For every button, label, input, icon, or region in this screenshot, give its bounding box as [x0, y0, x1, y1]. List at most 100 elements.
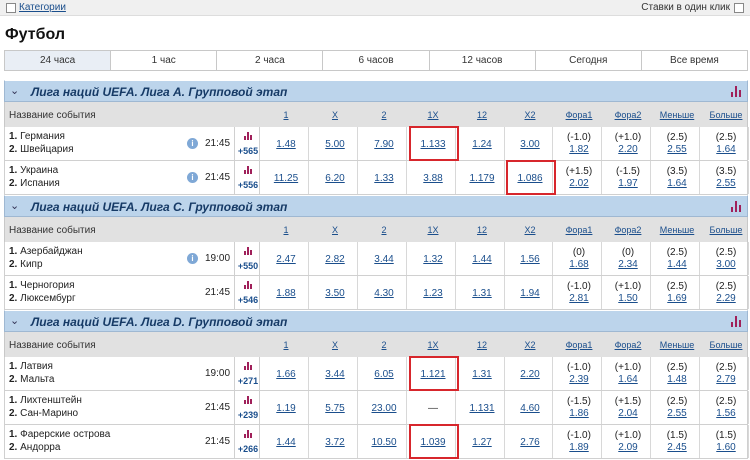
- fora1-odd[interactable]: 1.68: [559, 259, 599, 271]
- one-click-checkbox[interactable]: [734, 2, 744, 13]
- odd-1x[interactable]: 1.32: [413, 254, 453, 265]
- odd-1[interactable]: 1.48: [266, 139, 306, 150]
- col-1x[interactable]: 1X: [411, 225, 455, 235]
- total-under-odd[interactable]: 1.69: [657, 293, 697, 305]
- total-under-odd[interactable]: 1.44: [657, 259, 697, 271]
- col-fora1[interactable]: Фора1: [557, 340, 601, 350]
- total-over[interactable]: (2.5) 1.56: [706, 396, 746, 420]
- total-under[interactable]: (3.5) 1.64: [657, 166, 697, 190]
- markets-count[interactable]: +556: [235, 180, 261, 190]
- col-2[interactable]: 2: [362, 340, 406, 350]
- league-header[interactable]: ⌄ Лига наций UEFA. Лига А. Групповой эта…: [4, 80, 748, 102]
- total-under[interactable]: (2.5) 1.69: [657, 281, 697, 305]
- fora1[interactable]: (+1.5) 2.02: [559, 166, 599, 190]
- odd-1[interactable]: 1.88: [266, 288, 306, 299]
- col-under[interactable]: Меньше: [655, 340, 699, 350]
- col-1x[interactable]: 1X: [411, 340, 455, 350]
- more-markets[interactable]: +239: [234, 391, 260, 424]
- fora1-odd[interactable]: 1.89: [559, 442, 599, 454]
- odd-x[interactable]: 3.50: [315, 288, 355, 299]
- odd-x2[interactable]: 3.00: [510, 139, 550, 150]
- league-header[interactable]: ⌄ Лига наций UEFA. Лига С. Групповой эта…: [4, 195, 748, 217]
- col-x2[interactable]: X2: [508, 340, 552, 350]
- total-over[interactable]: (3.5) 2.55: [706, 166, 746, 190]
- col-2[interactable]: 2: [362, 110, 406, 120]
- col-fora1[interactable]: Фора1: [557, 225, 601, 235]
- fora2[interactable]: (-1.5) 1.97: [608, 166, 648, 190]
- fora2-odd[interactable]: 2.04: [608, 408, 648, 420]
- more-markets[interactable]: +556: [234, 161, 260, 194]
- fora1[interactable]: (-1.5) 1.86: [559, 396, 599, 420]
- odd-x[interactable]: 3.44: [315, 369, 355, 380]
- col-fora2[interactable]: Фора2: [606, 225, 650, 235]
- total-over-odd[interactable]: 2.79: [706, 374, 746, 386]
- fora1[interactable]: (-1.0) 1.82: [559, 132, 599, 156]
- categories-toggle[interactable]: Категории: [6, 2, 66, 13]
- odd-x[interactable]: 5.75: [315, 403, 355, 414]
- total-over[interactable]: (1.5) 1.60: [706, 430, 746, 454]
- total-over-odd[interactable]: 1.64: [706, 144, 746, 156]
- total-under-odd[interactable]: 2.55: [657, 408, 697, 420]
- odd-12[interactable]: 1.179: [462, 173, 502, 184]
- total-under[interactable]: (1.5) 2.45: [657, 430, 697, 454]
- stats-icon[interactable]: [731, 86, 741, 97]
- total-over[interactable]: (2.5) 2.29: [706, 281, 746, 305]
- team-away[interactable]: 2. Мальта: [9, 374, 54, 385]
- fora2-odd[interactable]: 1.97: [608, 178, 648, 190]
- odd-x2[interactable]: 1.94: [510, 288, 550, 299]
- fora2-odd[interactable]: 2.09: [608, 442, 648, 454]
- odd-1[interactable]: 1.66: [266, 369, 306, 380]
- odd-12[interactable]: 1.31: [462, 288, 502, 299]
- total-under[interactable]: (2.5) 1.44: [657, 247, 697, 271]
- fora1[interactable]: (-1.0) 2.81: [559, 281, 599, 305]
- team-away[interactable]: 2. Кипр: [9, 259, 43, 270]
- tab-1h[interactable]: 1 час: [111, 51, 218, 70]
- team-away[interactable]: 2. Андорра: [9, 442, 60, 453]
- col-1[interactable]: 1: [264, 225, 308, 235]
- fora2-odd[interactable]: 2.34: [608, 259, 648, 271]
- odd-2[interactable]: 7.90: [364, 139, 404, 150]
- odd-2[interactable]: 3.44: [364, 254, 404, 265]
- odd-1[interactable]: 2.47: [266, 254, 306, 265]
- team-home[interactable]: 1. Азербайджан: [9, 246, 83, 257]
- fora1[interactable]: (-1.0) 2.39: [559, 362, 599, 386]
- team-home[interactable]: 1. Германия: [9, 131, 65, 142]
- col-fora2[interactable]: Фора2: [606, 340, 650, 350]
- fora2-odd[interactable]: 2.20: [608, 144, 648, 156]
- odd-1x[interactable]: 3.88: [413, 173, 453, 184]
- col-x2[interactable]: X2: [508, 225, 552, 235]
- odd-x2[interactable]: 1.56: [510, 254, 550, 265]
- col-12[interactable]: 12: [460, 110, 504, 120]
- chevron-down-icon[interactable]: ⌄: [10, 199, 19, 212]
- col-over[interactable]: Больше: [704, 225, 748, 235]
- markets-count[interactable]: +565: [235, 146, 261, 156]
- col-1[interactable]: 1: [264, 110, 308, 120]
- total-over-odd[interactable]: 2.29: [706, 293, 746, 305]
- fora1-odd[interactable]: 2.81: [559, 293, 599, 305]
- total-under-odd[interactable]: 1.64: [657, 178, 697, 190]
- tab-2h[interactable]: 2 часа: [217, 51, 324, 70]
- total-over[interactable]: (2.5) 1.64: [706, 132, 746, 156]
- team-away[interactable]: 2. Люксембург: [9, 293, 76, 304]
- team-away[interactable]: 2. Испания: [9, 178, 60, 189]
- col-over[interactable]: Больше: [704, 110, 748, 120]
- fora2[interactable]: (+1.0) 2.09: [608, 430, 648, 454]
- odd-2[interactable]: 6.05: [364, 369, 404, 380]
- col-x[interactable]: X: [313, 225, 357, 235]
- odd-x2[interactable]: 2.20: [510, 369, 550, 380]
- odd-2[interactable]: 1.33: [364, 173, 404, 184]
- tab-24h[interactable]: 24 часа: [5, 51, 112, 70]
- more-markets[interactable]: +550: [234, 242, 260, 275]
- total-over-odd[interactable]: 1.56: [706, 408, 746, 420]
- odd-x[interactable]: 6.20: [315, 173, 355, 184]
- fora1-odd[interactable]: 1.86: [559, 408, 599, 420]
- fora2[interactable]: (+1.0) 1.50: [608, 281, 648, 305]
- fora2[interactable]: (+1.0) 1.64: [608, 362, 648, 386]
- tab-today[interactable]: Сегодня: [535, 51, 642, 70]
- stats-icon[interactable]: [731, 316, 741, 327]
- more-markets[interactable]: +565: [234, 127, 260, 160]
- odd-2[interactable]: 4.30: [364, 288, 404, 299]
- total-over-odd[interactable]: 1.60: [706, 442, 746, 454]
- total-under-odd[interactable]: 2.55: [657, 144, 697, 156]
- odd-1[interactable]: 11.25: [266, 173, 306, 184]
